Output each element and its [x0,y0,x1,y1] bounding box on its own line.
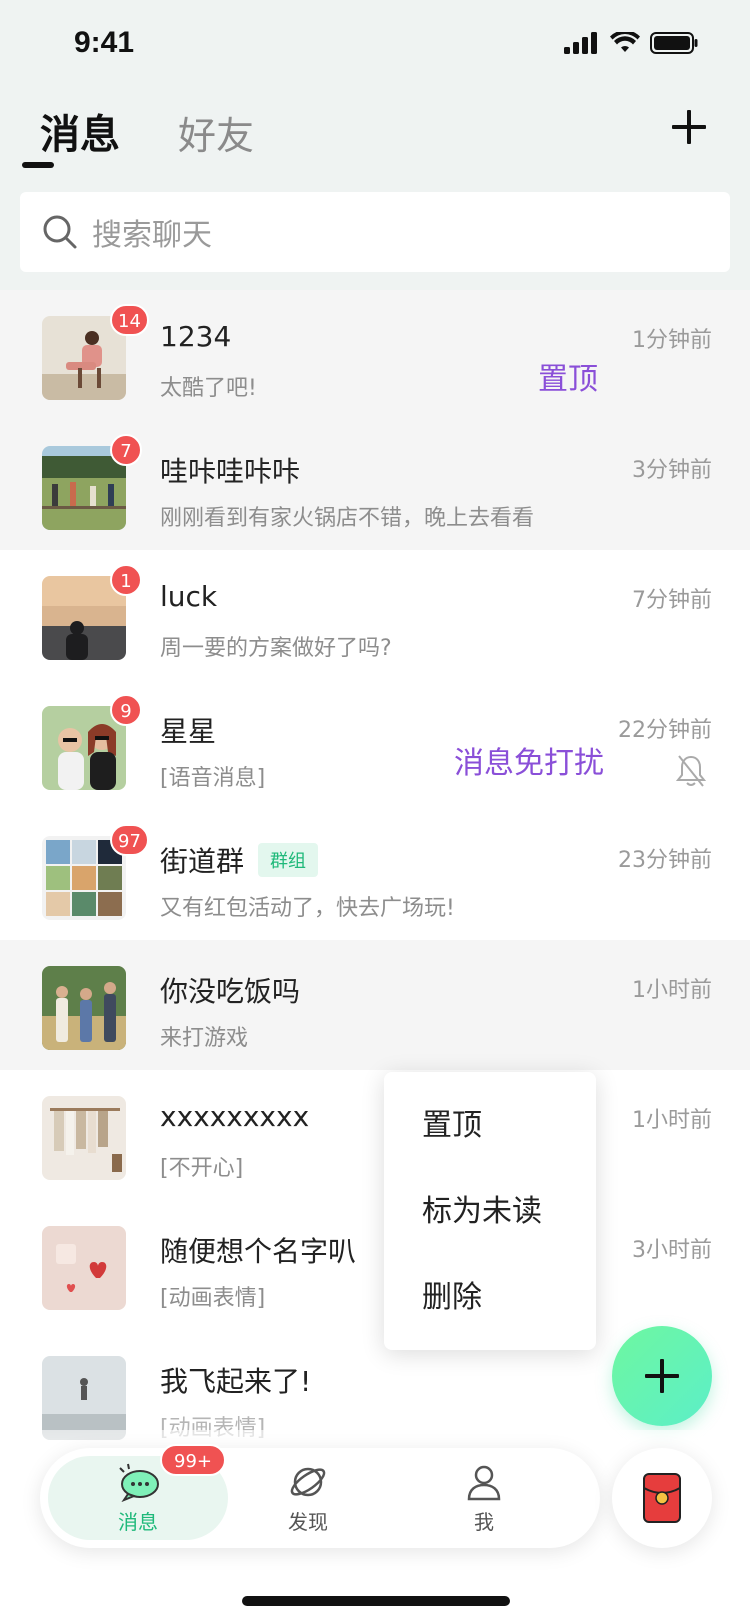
status-time: 9:41 [74,26,135,59]
conversation-name: 你没吃饭吗 [160,975,301,1008]
conversation-name: 1234 [160,320,232,353]
signal-icon [564,32,597,54]
tab-friends[interactable]: 好友 [178,105,254,160]
context-menu: 置顶 标为未读 删除 [384,1072,596,1350]
message-preview: 刚刚看到有家火锅店不错，晚上去看看 [160,506,535,531]
tab-messages[interactable]: 消息 [40,102,120,160]
user-icon [467,1465,501,1501]
message-preview: [动画表情] [160,1286,266,1311]
menu-item-delete[interactable]: 删除 [422,1272,482,1316]
message-preview: [不开心] [160,1156,244,1181]
active-tab-indicator [22,162,54,168]
red-packet-icon [643,1473,681,1523]
message-time: 1小时前 [632,978,712,1003]
red-packet-button[interactable] [612,1448,712,1548]
tabbar-label: 发现 [288,1510,328,1534]
conversation-name: luck [160,580,218,613]
conversation-name: 街道群 群组 [160,840,319,880]
message-time: 23分钟前 [618,848,712,873]
unread-badge: 1 [110,564,142,596]
tabbar-unread-badge: 99+ [160,1444,226,1476]
bottom-tab-bar: 消息 99+ 发现 我 [40,1444,600,1548]
new-chat-button[interactable] [612,1326,712,1426]
battery-icon [650,32,698,54]
tabbar-item-discover[interactable]: 发现 [268,1462,348,1535]
conversation-row[interactable]: 1 luck 周一要的方案做好了吗? 7分钟前 [0,550,750,680]
avatar [42,966,126,1050]
message-preview: 周一要的方案做好了吗? [160,636,392,661]
header-tabs: 消息 好友 [40,102,254,160]
avatar [42,1096,126,1180]
planet-icon [290,1467,326,1497]
avatar [42,1226,126,1310]
plus-icon[interactable] [672,110,706,144]
unread-badge: 7 [110,434,142,466]
message-time: 7分钟前 [632,588,712,613]
avatar [42,1356,126,1440]
pin-action-label[interactable]: 置顶 [538,354,598,398]
unread-badge: 97 [110,824,149,856]
search-input[interactable]: 搜索聊天 [20,192,730,272]
home-indicator [242,1596,510,1606]
tabbar-item-me[interactable]: 我 [444,1462,524,1535]
unread-badge: 14 [110,304,149,336]
unread-badge: 9 [110,694,142,726]
message-time: 3分钟前 [632,458,712,483]
conversation-row[interactable]: xxxxxxxxx [不开心] 1小时前 [0,1070,750,1200]
status-icons [564,32,698,54]
plus-icon [645,1359,679,1393]
bell-muted-icon [676,755,706,787]
message-time: 1小时前 [632,1108,712,1133]
conversation-name: 哇咔哇咔咔 [160,455,301,488]
conversation-row[interactable]: 9 星星 [语音消息] 22分钟前 消息免打扰 [0,680,750,810]
chat-bubble-icon [119,1463,159,1502]
message-preview: 来打游戏 [160,1026,249,1051]
message-preview: 太酷了吧! [160,376,257,401]
conversation-row[interactable]: 随便想个名字叭 [动画表情] 3小时前 [0,1200,750,1330]
conversation-name: 星星 [160,715,217,748]
conversation-list: 14 1234 太酷了吧! 1分钟前 置顶 7 哇咔哇咔咔 刚刚看到有家火锅店不… [0,290,750,1460]
menu-item-mark-unread[interactable]: 标为未读 [422,1186,542,1230]
message-preview: 又有红包活动了，快去广场玩! [160,896,455,921]
wifi-icon [610,32,640,52]
conversation-row[interactable]: 7 哇咔哇咔咔 刚刚看到有家火锅店不错，晚上去看看 3分钟前 [0,420,750,550]
message-preview: [语音消息] [160,766,266,791]
message-time: 1分钟前 [632,328,712,353]
conversation-name: 我飞起来了! [160,1365,312,1398]
conversation-row[interactable]: 97 街道群 群组 又有红包活动了，快去广场玩! 23分钟前 [0,810,750,940]
mute-action-label[interactable]: 消息免打扰 [454,738,604,782]
message-time: 22分钟前 [618,718,712,743]
conversation-row[interactable]: 你没吃饭吗 来打游戏 1小时前 [0,940,750,1070]
message-time: 3小时前 [632,1238,712,1263]
conversation-name: xxxxxxxxx [160,1100,310,1133]
menu-item-pin[interactable]: 置顶 [422,1100,482,1144]
conversation-row[interactable]: 14 1234 太酷了吧! 1分钟前 置顶 [0,290,750,420]
tabbar-label: 消息 [118,1510,158,1534]
search-placeholder: 搜索聊天 [92,218,212,253]
search-icon [43,215,77,249]
conversation-name: 随便想个名字叭 [160,1235,357,1268]
tabbar-label: 我 [474,1510,494,1534]
status-bar: 9:41 [0,0,750,90]
group-tag: 群组 [258,843,319,877]
